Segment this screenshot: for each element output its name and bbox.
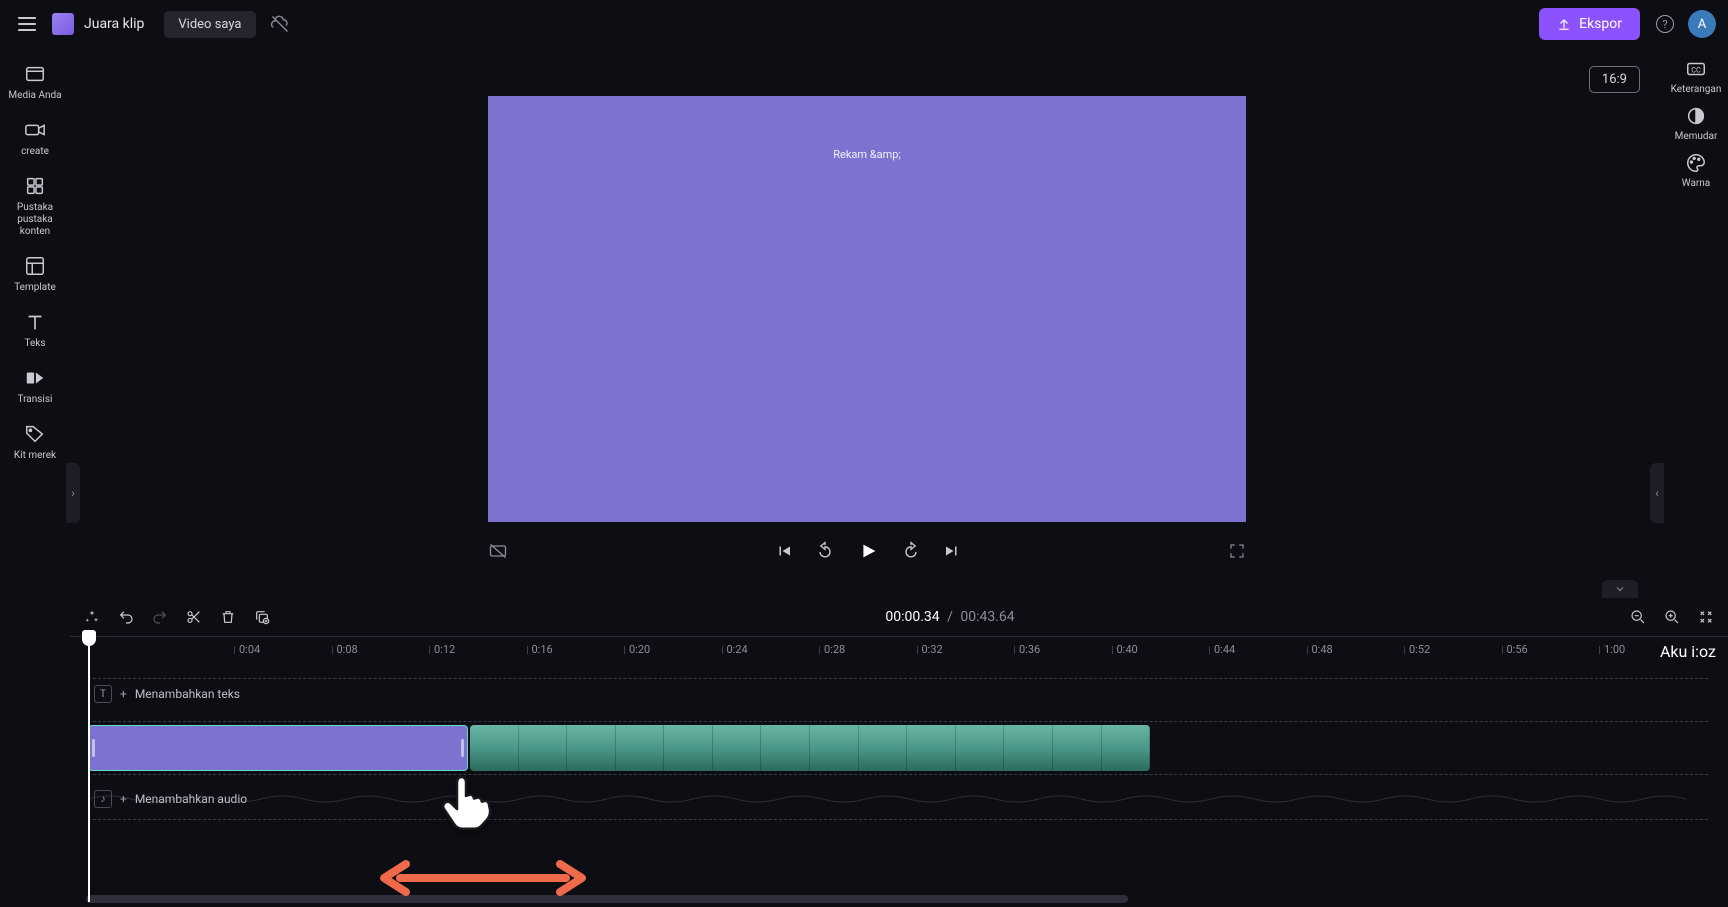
current-time: 00:00.34 [885,609,939,625]
ruler-tick: 0:20 [624,643,650,656]
timecode-display: 00:00.34 / 00:43.64 [885,609,1014,625]
sidebar-item-transitions[interactable]: Transisi [5,360,65,412]
sidebar-item-brandkit[interactable]: Kit merek [5,416,65,468]
undo-button[interactable] [118,609,134,625]
ruler-tick: 0:16 [527,643,553,656]
rewind-button[interactable] [815,541,835,561]
right-sidebar: CC Keterangan Memudar Warna [1664,48,1728,189]
ruler-tick: 0:44 [1209,643,1235,656]
ruler-tick: 0:40 [1112,643,1138,656]
timeline-ruler[interactable]: 0:04 0:08 0:12 0:16 0:20 0:24 0:28 0:32 0:36 0:40… [70,636,1728,666]
captions-icon: CC [1685,58,1707,80]
ruler-right-label: Aku i:oz [1660,636,1722,666]
ruler-tick: 0:28 [819,643,845,656]
zoom-out-button[interactable] [1630,609,1646,625]
play-button[interactable] [857,540,879,562]
transition-icon [23,366,47,390]
help-button[interactable]: ? [1656,15,1674,33]
forward-button[interactable] [901,541,921,561]
project-name: Juara klip [84,16,144,32]
stage-resize-handle[interactable] [1602,580,1638,598]
right-item-fade[interactable]: Memudar [1675,105,1718,142]
sidebar-item-create[interactable]: create [5,112,65,164]
ruler-tick: 0:12 [429,643,455,656]
skip-end-button[interactable] [943,542,961,560]
add-text-button[interactable]: T + Menambahkan teks [94,685,240,703]
duplicate-button[interactable] [254,609,270,625]
playhead[interactable] [88,636,90,902]
ruler-tick: 0:36 [1014,643,1040,656]
sidebar-item-library[interactable]: Pustaka pustaka konten [5,168,65,244]
skip-start-button[interactable] [775,542,793,560]
export-button[interactable]: Ekspor [1539,8,1640,40]
export-label: Ekspor [1579,16,1622,32]
sidebar-item-template[interactable]: Template [5,248,65,300]
aspect-ratio-selector[interactable]: 16:9 [1589,66,1640,93]
preview-stage: 16:9 Rekam &amp; [70,48,1664,588]
tag-icon [23,422,47,446]
template-icon [23,254,47,278]
fullscreen-button[interactable] [1228,542,1246,560]
right-item-captions[interactable]: CC Keterangan [1671,58,1722,95]
fade-icon [1685,105,1707,127]
text-icon [23,310,47,334]
clip-video-footage[interactable] [470,725,1150,771]
audio-track[interactable]: ♪ + Menambahkan audio [70,774,1728,824]
transport-controls [488,540,1246,562]
text-track-icon: T [94,685,112,703]
camera-icon [23,118,47,142]
right-item-color[interactable]: Warna [1682,152,1711,189]
video-track[interactable] [70,722,1728,774]
sidebar-item-media[interactable]: Media Anda [5,56,65,108]
user-avatar[interactable]: A [1688,10,1716,38]
sidebar-item-text[interactable]: Teks [5,304,65,356]
text-track[interactable]: T + Menambahkan teks [70,666,1728,722]
ruler-tick: 0:08 [332,643,358,656]
app-logo-icon [52,13,74,35]
magic-tool-icon[interactable] [84,609,100,625]
palette-icon [1685,152,1707,174]
ruler-tick: 0:52 [1404,643,1430,656]
delete-button[interactable] [220,609,236,625]
clip-solid-color[interactable] [88,725,468,771]
upload-icon [1557,17,1571,31]
audio-track-icon: ♪ [94,790,112,808]
audio-waveform [88,791,1708,807]
split-button[interactable] [186,609,202,625]
video-preview[interactable]: Rekam &amp; [488,96,1246,522]
preview-overlay-text: Rekam &amp; [833,148,901,161]
ruler-tick: 0:32 [917,643,943,656]
menu-button[interactable] [12,9,42,39]
ruler-tick: 0:24 [722,643,748,656]
ruler-tick: 0:48 [1307,643,1333,656]
ruler-tick: 0:56 [1502,643,1528,656]
timeline-tracks: T + Menambahkan teks ♪ + Menambahkan aud… [70,666,1728,907]
zoom-fit-button[interactable] [1698,609,1714,625]
left-sidebar: Media Anda create Pustaka pustaka konten… [0,48,70,907]
zoom-in-button[interactable] [1664,609,1680,625]
hide-preview-icon[interactable] [488,541,508,561]
total-duration: 00:43.64 [960,609,1014,625]
media-icon [23,62,47,86]
ruler-tick: 1:00 [1599,643,1625,656]
redo-button[interactable] [152,609,168,625]
add-audio-button[interactable]: ♪ + Menambahkan audio [94,790,247,808]
timeline-horizontal-scrollbar[interactable] [86,895,1128,903]
topbar: Juara klip Video saya Ekspor ? A [0,0,1728,48]
cloud-sync-off-icon[interactable] [270,14,290,34]
ruler-tick: 0:04 [234,643,260,656]
project-dropdown[interactable]: Video saya [164,11,255,38]
timeline-toolbar: 00:00.34 / 00:43.64 [70,598,1728,636]
svg-text:CC: CC [1691,66,1701,75]
library-icon [23,174,47,198]
